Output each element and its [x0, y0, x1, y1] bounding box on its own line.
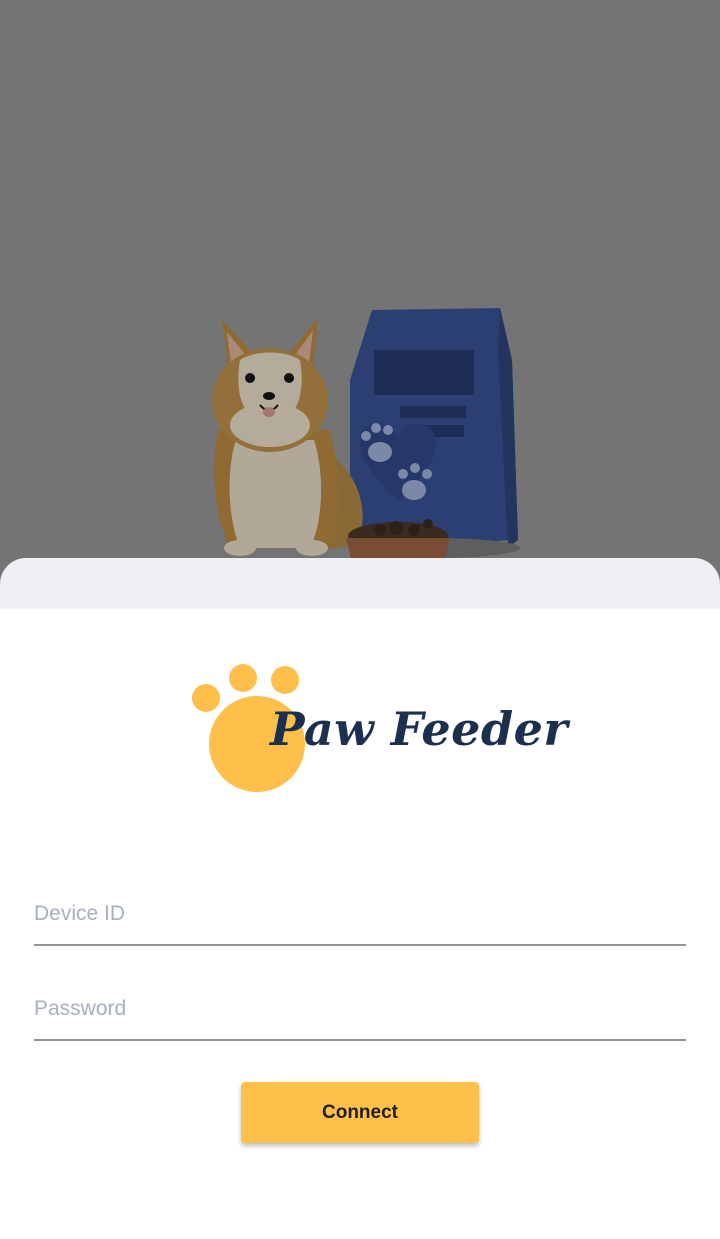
food-bag-icon [350, 308, 520, 558]
password-input[interactable] [34, 997, 686, 1021]
device-id-input[interactable] [34, 902, 686, 926]
hero-illustration [0, 0, 720, 560]
sheet-handle-area [0, 558, 720, 610]
corgi-icon [212, 318, 363, 556]
app-logo: Paw Feeder [190, 660, 568, 795]
connect-button[interactable]: Connect [241, 1082, 479, 1143]
password-field[interactable] [34, 975, 686, 1041]
app-logo-text: Paw Feeder [270, 702, 569, 756]
device-id-field[interactable] [34, 880, 686, 946]
